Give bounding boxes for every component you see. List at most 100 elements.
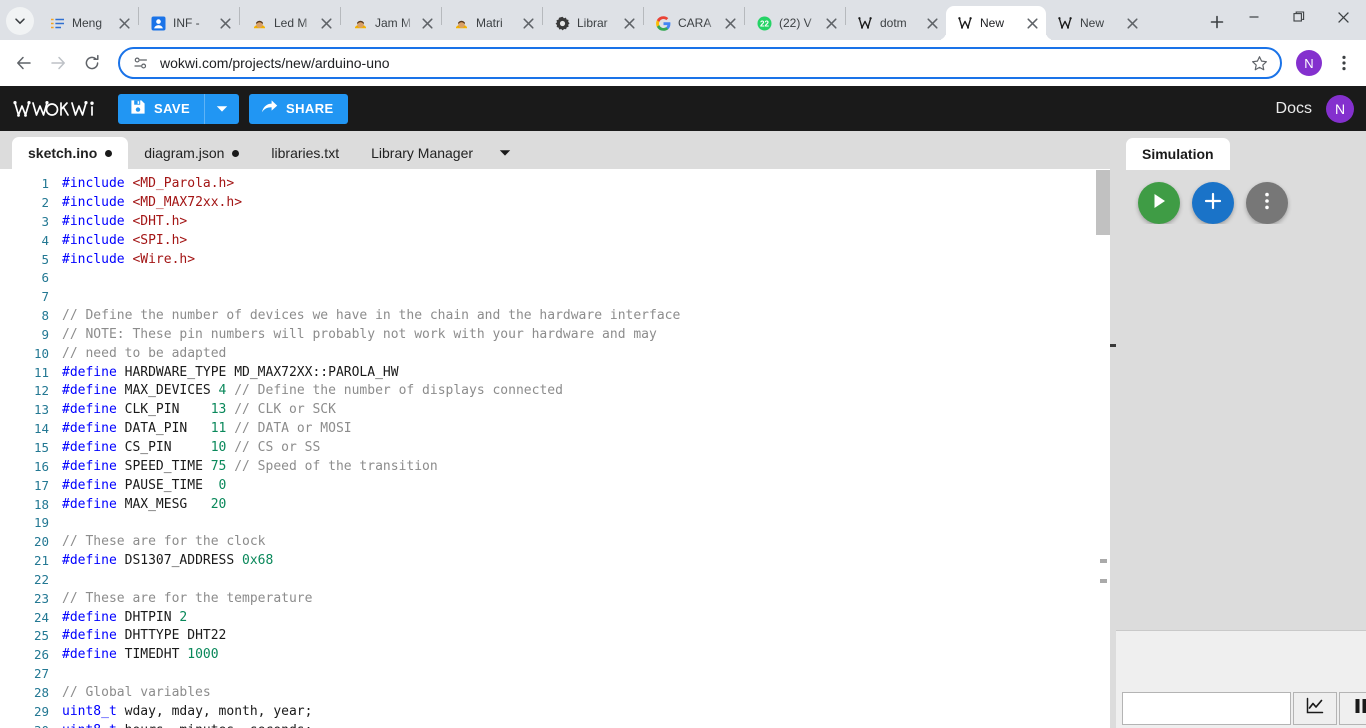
browser-tab[interactable]: dotm <box>846 6 946 40</box>
file-tab-diagram-json[interactable]: diagram.json <box>128 137 255 169</box>
browser-tab[interactable]: New <box>1046 6 1146 40</box>
line-number: 13 <box>33 402 49 418</box>
window-maximize-button[interactable] <box>1276 0 1321 34</box>
code-line[interactable]: #define DATA_PIN 11 // DATA or MOSI <box>62 420 1110 439</box>
site-information-icon[interactable] <box>132 54 150 72</box>
editor-scrollbar-thumb[interactable] <box>1096 170 1110 236</box>
close-tab-icon[interactable] <box>1124 15 1140 31</box>
code-line[interactable] <box>62 571 1110 590</box>
code-line[interactable] <box>62 288 1110 307</box>
share-button[interactable]: SHARE <box>249 93 348 124</box>
pane-resize-grip[interactable] <box>1110 344 1116 347</box>
code-line[interactable]: uint8_t hours, minutes, seconds; <box>62 722 1110 728</box>
code-line[interactable]: #include <Wire.h> <box>62 251 1110 270</box>
wokwi-icon <box>1057 15 1073 31</box>
code-line[interactable] <box>62 514 1110 533</box>
browser-tab[interactable]: Led M <box>240 6 340 40</box>
close-tab-icon[interactable] <box>419 15 435 31</box>
close-tab-icon[interactable] <box>116 15 132 31</box>
code-token: MAX_MESG <box>116 496 211 512</box>
code-line[interactable]: #include <DHT.h> <box>62 213 1110 232</box>
code-line[interactable]: #define TIMEDHT 1000 <box>62 646 1110 665</box>
browser-tab[interactable]: Jam M <box>341 6 441 40</box>
code-line[interactable]: #define CS_PIN 10 // CS or SS <box>62 439 1110 458</box>
code-line[interactable]: // These are for the clock <box>62 533 1110 552</box>
code-token: 2 <box>179 609 188 625</box>
wokwi-user-avatar[interactable]: N <box>1326 94 1354 123</box>
docs-link[interactable]: Docs <box>1276 100 1312 118</box>
browser-tab[interactable]: INF - <box>139 6 239 40</box>
browser-tab[interactable]: 22 (22) V <box>745 6 845 40</box>
code-line[interactable]: #define PAUSE_TIME 0 <box>62 477 1110 496</box>
close-tab-icon[interactable] <box>621 15 637 31</box>
close-tab-icon[interactable] <box>722 15 738 31</box>
simulation-canvas[interactable] <box>1116 224 1366 630</box>
tab-simulation[interactable]: Simulation <box>1126 138 1230 170</box>
code-line[interactable]: // Define the number of devices we have … <box>62 307 1110 326</box>
code-line[interactable]: #include <MD_MAX72xx.h> <box>62 194 1110 213</box>
wokwi-logo[interactable] <box>12 98 104 120</box>
file-tabs-overflow-chevron-down-icon[interactable] <box>489 137 521 169</box>
code-token: #define <box>62 421 117 437</box>
pane-resize-handle[interactable] <box>1110 131 1116 728</box>
line-number: 9 <box>41 326 49 342</box>
window-minimize-button[interactable] <box>1231 0 1276 34</box>
code-line[interactable] <box>62 269 1110 288</box>
start-simulation-button[interactable] <box>1138 182 1180 224</box>
browser-tab[interactable]: Matri <box>442 6 542 40</box>
code-line[interactable]: #define HARDWARE_TYPE MD_MAX72XX::PAROLA… <box>62 364 1110 383</box>
close-tab-icon[interactable] <box>318 15 334 31</box>
save-button[interactable]: SAVE <box>118 94 204 124</box>
file-tab-sketch-ino[interactable]: sketch.ino <box>12 137 129 170</box>
simulation-menu-button[interactable] <box>1246 182 1288 224</box>
serial-input[interactable] <box>1122 692 1291 725</box>
browser-tab-active[interactable]: New <box>946 6 1046 40</box>
code-editor[interactable]: 1 2 3 4 5 6 7 8 9 10 11 12 13 14 15 16 17 18 19 20 21 22 23 24 2… <box>0 169 1110 728</box>
code-line[interactable]: #define SPEED_TIME 75 // Speed of the tr… <box>62 458 1110 477</box>
new-tab-button[interactable] <box>1203 8 1231 36</box>
close-tab-icon[interactable] <box>823 15 839 31</box>
code-line[interactable]: // Global variables <box>62 684 1110 703</box>
file-tab-libraries-txt[interactable]: libraries.txt <box>255 137 355 169</box>
code-line[interactable]: #define DHTTYPE DHT22 <box>62 627 1110 646</box>
code-line[interactable]: uint8_t wday, mday, month, year; <box>62 703 1110 722</box>
code-line[interactable] <box>62 665 1110 684</box>
editor-vertical-scrollbar[interactable] <box>1096 169 1110 728</box>
code-line[interactable]: #define DHTPIN 2 <box>62 609 1110 628</box>
code-line[interactable]: #define DS1307_ADDRESS 0x68 <box>62 552 1110 571</box>
browser-profile-avatar[interactable]: N <box>1296 50 1322 76</box>
close-tab-icon[interactable] <box>1024 15 1040 31</box>
serial-plotter-button[interactable] <box>1293 692 1337 725</box>
close-tab-icon[interactable] <box>217 15 233 31</box>
forward-button[interactable] <box>42 47 74 79</box>
code-content[interactable]: #include <MD_Parola.h> #include <MD_MAX72… <box>62 169 1110 728</box>
back-button[interactable] <box>8 47 40 79</box>
code-line[interactable]: #include <MD_Parola.h> <box>62 175 1110 194</box>
browser-tab[interactable]: CARA <box>644 6 744 40</box>
browser-tab[interactable]: Meng <box>38 6 138 40</box>
browser-tab-title: Jam M <box>375 16 411 30</box>
code-line[interactable]: #include <SPI.h> <box>62 232 1110 251</box>
add-part-button[interactable] <box>1192 182 1234 224</box>
svg-text:22: 22 <box>760 19 769 28</box>
tab-search-chevron-down-icon[interactable] <box>6 7 34 35</box>
window-close-button[interactable] <box>1321 0 1366 34</box>
pause-simulation-button[interactable] <box>1339 692 1366 725</box>
code-line[interactable]: #define MAX_DEVICES 4 // Define the numb… <box>62 382 1110 401</box>
url-text[interactable]: wokwi.com/projects/new/arduino-uno <box>160 55 1248 71</box>
code-line[interactable]: // need to be adapted <box>62 345 1110 364</box>
save-options-dropdown-button[interactable] <box>205 94 239 124</box>
browser-menu-kebab-icon[interactable] <box>1330 49 1358 77</box>
close-tab-icon[interactable] <box>520 15 536 31</box>
code-line[interactable]: // These are for the temperature <box>62 590 1110 609</box>
file-tab-library-manager[interactable]: Library Manager <box>355 137 489 169</box>
address-bar[interactable]: wokwi.com/projects/new/arduino-uno <box>118 47 1282 79</box>
reload-button[interactable] <box>76 47 108 79</box>
browser-tab[interactable]: Librar <box>543 6 643 40</box>
close-tab-icon[interactable] <box>924 15 940 31</box>
bookmark-star-icon[interactable] <box>1248 52 1270 74</box>
editor-pane: sketch.ino diagram.json libraries.txt Libra… <box>0 131 1110 728</box>
code-line[interactable]: #define MAX_MESG 20 <box>62 496 1110 515</box>
code-line[interactable]: #define CLK_PIN 13 // CLK or SCK <box>62 401 1110 420</box>
code-line[interactable]: // NOTE: These pin numbers will probably… <box>62 326 1110 345</box>
